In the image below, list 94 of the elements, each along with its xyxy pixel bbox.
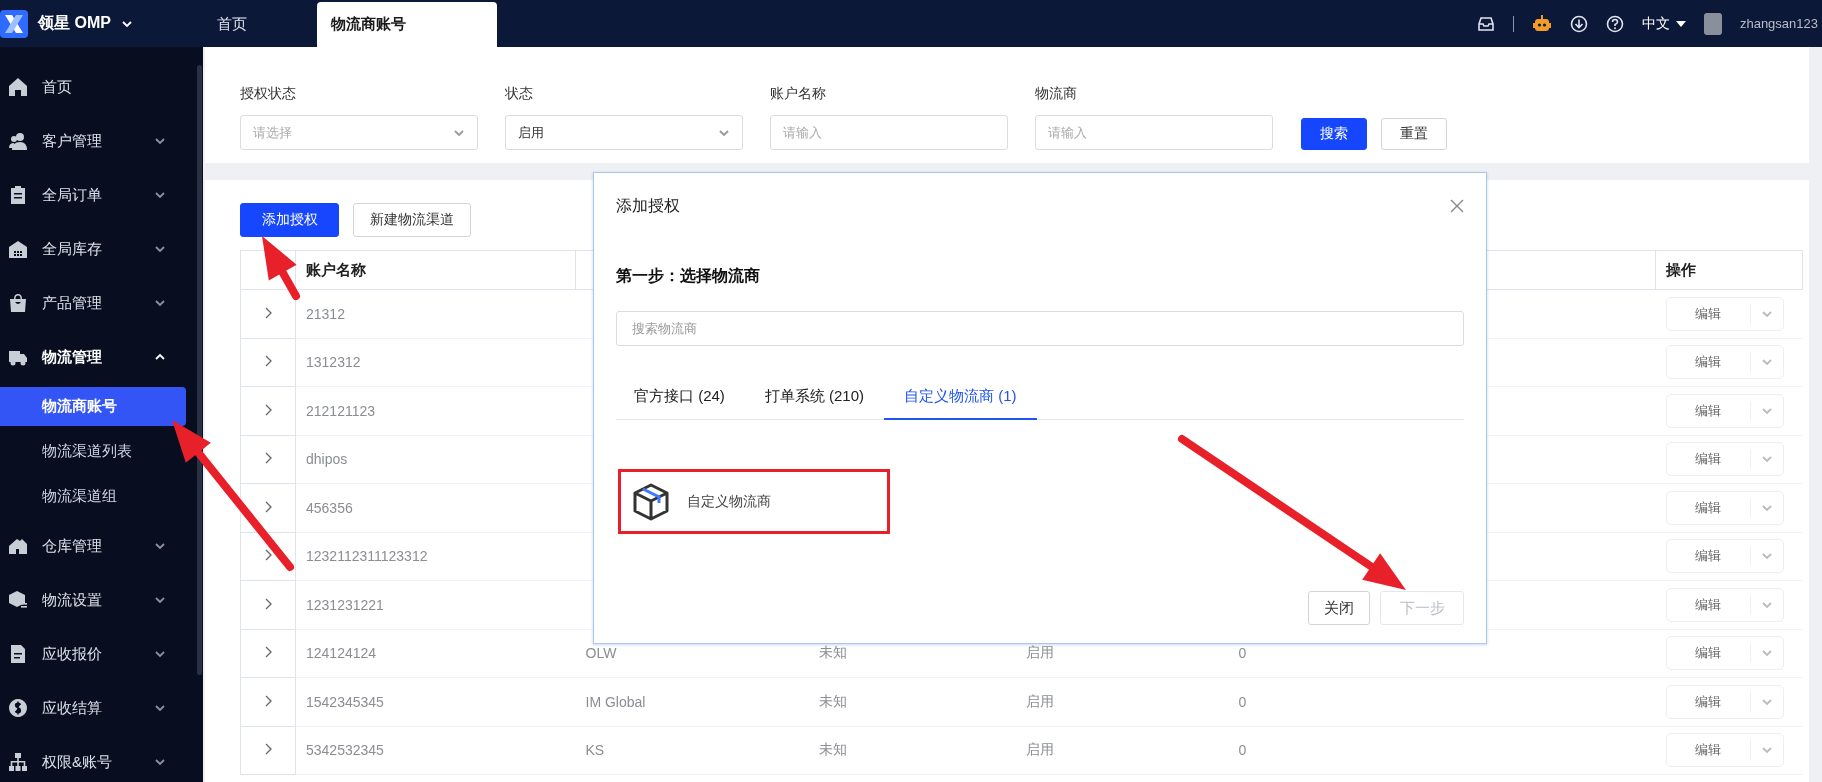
warehouse-icon	[8, 239, 28, 259]
table-cell: 0	[1238, 742, 1247, 759]
table-cell: IM Global	[585, 693, 646, 710]
close-icon[interactable]	[1450, 199, 1464, 213]
input-field[interactable]: 请输入	[770, 115, 1008, 150]
sidebar-item[interactable]: 全局订单	[0, 168, 203, 222]
box-icon	[631, 481, 671, 522]
clipboard-icon	[8, 185, 28, 205]
filter-label: 状态	[505, 85, 534, 103]
document-icon	[8, 644, 28, 664]
expand-icon[interactable]	[263, 355, 273, 368]
filter-label: 授权状态	[240, 85, 297, 103]
app-name: 领星 OMP	[38, 13, 111, 33]
modal-title: 添加授权	[616, 195, 680, 216]
expand-icon[interactable]	[263, 452, 273, 465]
users-icon	[8, 131, 28, 151]
search-field[interactable]: 搜索物流商	[616, 311, 1464, 346]
sidebar-subitem[interactable]: 物流渠道列表	[0, 432, 134, 471]
house-icon	[8, 536, 28, 556]
table-cell: 未知	[818, 741, 847, 758]
table-cell: 启用	[1025, 692, 1054, 709]
table-cell: 1542345345	[306, 693, 384, 710]
sidebar-item[interactable]: 产品管理	[0, 276, 203, 330]
expand-icon[interactable]	[263, 306, 273, 319]
expand-icon[interactable]	[263, 549, 273, 562]
inbox-icon[interactable]	[1476, 14, 1495, 33]
arrow	[262, 236, 300, 300]
language-dropdown[interactable]: 中文	[1641, 14, 1686, 33]
input-field[interactable]: 请输入	[1035, 115, 1273, 150]
robot-icon[interactable]	[1531, 13, 1552, 34]
logo-icon	[0, 9, 28, 38]
filter-label: 物流商	[1035, 85, 1078, 103]
sidebar-subitem[interactable]: 物流商账号	[0, 387, 186, 426]
sidebar-item[interactable]: 应收结算	[0, 681, 203, 735]
sidebar-item[interactable]: 权限&账号	[0, 735, 203, 782]
sidebar-item[interactable]: 全局库存	[0, 222, 203, 276]
select-field[interactable]: 启用	[505, 115, 743, 150]
cube-icon	[8, 590, 28, 610]
sidebar-item[interactable]: 应收报价	[0, 627, 203, 681]
download-icon[interactable]	[1569, 14, 1588, 33]
table-cell: 未知	[818, 644, 847, 661]
table-cell: 212121123	[306, 402, 376, 419]
table-cell: KS	[585, 742, 605, 759]
caret-icon	[1675, 19, 1686, 28]
home-icon	[8, 77, 28, 97]
table-cell: OLW	[585, 645, 617, 662]
add-button[interactable]: 添加授权	[240, 203, 339, 237]
search-button[interactable]: 搜索	[1301, 118, 1367, 150]
filter-label: 账户名称	[770, 85, 827, 103]
close-button[interactable]: 关闭	[1308, 591, 1370, 625]
sidebar-item[interactable]: 首页	[0, 60, 203, 114]
coin-icon	[8, 698, 28, 718]
username[interactable]: zhangsan123	[1739, 16, 1818, 31]
column-header: 操作	[1666, 260, 1696, 278]
sidebar-item[interactable]: 仓库管理	[0, 519, 203, 573]
column-header: 账户名称	[306, 260, 366, 278]
nav-tab[interactable]: 首页	[203, 2, 261, 47]
expand-icon[interactable]	[263, 646, 273, 659]
table-cell: 1231231221	[306, 596, 384, 613]
help-icon[interactable]	[1605, 14, 1624, 33]
table-cell: 124124124	[306, 645, 377, 662]
sitemap-icon	[8, 752, 28, 772]
table-cell: 启用	[1025, 741, 1054, 758]
table-cell: 未知	[818, 692, 847, 709]
sidebar-subitem[interactable]: 物流渠道组	[0, 477, 119, 516]
bag-icon	[8, 293, 28, 313]
table-cell: 21312	[306, 305, 345, 322]
table-cell: 0	[1238, 645, 1247, 662]
table-cell: 启用	[1025, 644, 1054, 661]
table-cell: 0	[1238, 693, 1247, 710]
nav-tab[interactable]: 物流商账号	[317, 2, 497, 47]
modal-tab[interactable]: 官方接口 (24)	[616, 374, 745, 420]
expand-icon[interactable]	[263, 743, 273, 756]
sidebar-item[interactable]: 物流设置	[0, 573, 203, 627]
avatar-icon[interactable]	[1703, 12, 1722, 35]
table-cell: 1312312	[306, 354, 361, 371]
sidebar-item[interactable]: 物流管理	[0, 330, 203, 384]
expand-icon[interactable]	[263, 597, 273, 610]
sidebar-item[interactable]: 客户管理	[0, 114, 203, 168]
modal-tab[interactable]: 打单系统 (210)	[744, 374, 885, 420]
table-cell: dhipos	[306, 451, 348, 468]
modal-tab[interactable]: 自定义物流商 (1)	[884, 374, 1037, 420]
scrollbar[interactable]	[197, 65, 202, 675]
create-button[interactable]: 新建物流渠道	[353, 203, 471, 237]
step-heading: 第一步：选择物流商	[616, 265, 761, 286]
reset-button[interactable]: 重置	[1381, 118, 1447, 150]
table-cell: 456356	[306, 499, 353, 516]
table-cell: 5342532345	[306, 742, 384, 759]
carrier-card[interactable]: 自定义物流商	[618, 469, 890, 534]
table-cell: 1232112311123312	[306, 548, 428, 565]
carrier-name: 自定义物流商	[687, 492, 771, 511]
expand-icon[interactable]	[263, 694, 273, 707]
expand-icon[interactable]	[263, 403, 273, 416]
expand-icon[interactable]	[263, 500, 273, 513]
